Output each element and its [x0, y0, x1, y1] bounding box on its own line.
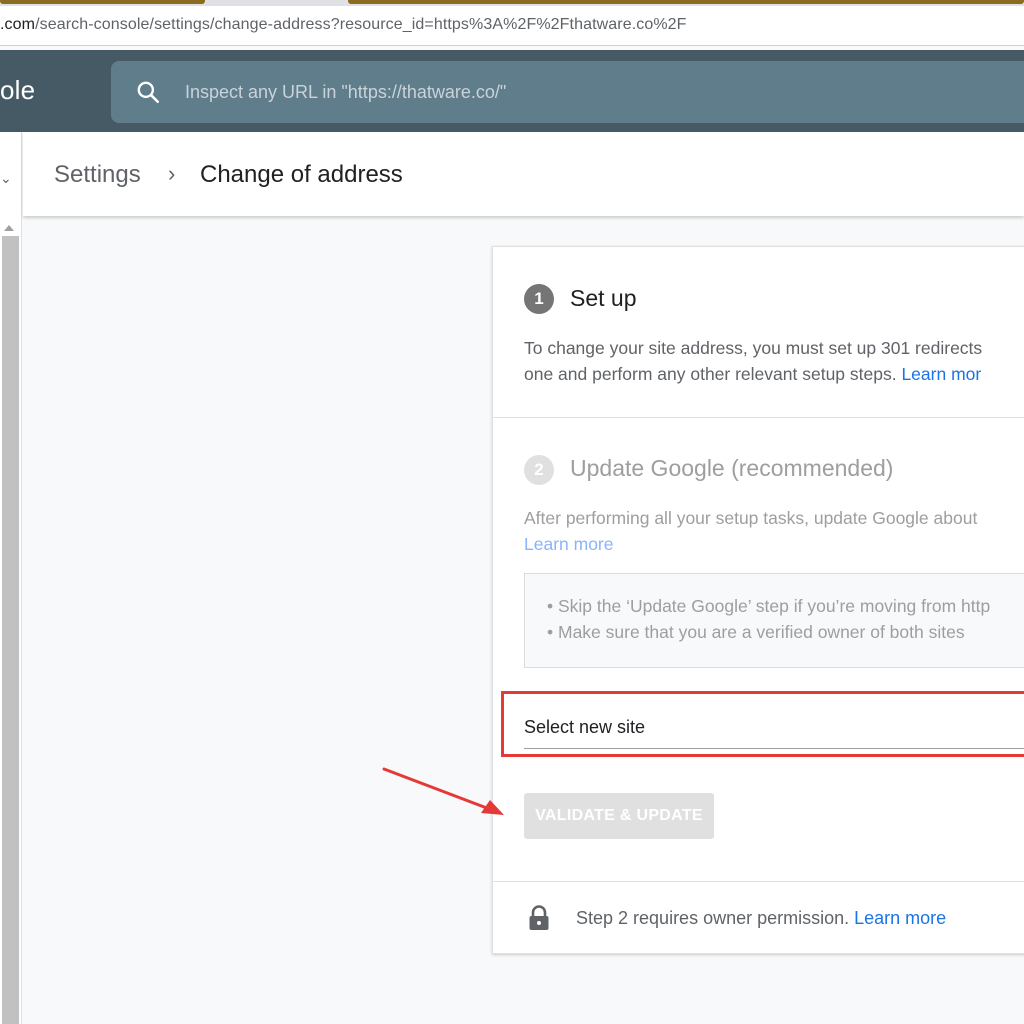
url-inspect-search[interactable]: [111, 61, 1024, 123]
app-logo[interactable]: ole: [0, 75, 35, 106]
url-text[interactable]: .com/search-console/settings/change-addr…: [0, 16, 687, 34]
step-2-badge: 2: [524, 455, 554, 485]
step-2-title: Update Google (recommended): [570, 455, 894, 481]
browser-tab[interactable]: [348, 0, 1024, 4]
step-1-description: To change your site address, you must se…: [524, 335, 1024, 387]
tip-item: • Skip the ‘Update Google’ step if you’r…: [547, 596, 991, 616]
step-2-desc-line: After performing all your setup tasks, u…: [524, 508, 978, 528]
step-1-title: Set up: [570, 285, 637, 311]
step-1-desc-line: one and perform any other relevant setup…: [524, 361, 1024, 387]
step-2-learn-more-link[interactable]: Learn more: [524, 531, 1024, 557]
left-nav-rail: ⌄: [0, 132, 22, 1024]
footer-learn-more-link[interactable]: Learn more: [854, 908, 946, 928]
footer-permission-note: Step 2 requires owner permission. Learn …: [576, 908, 946, 929]
scroll-up-arrow-icon[interactable]: [4, 225, 14, 231]
breadcrumb: Settings › Change of address: [23, 132, 1024, 216]
breadcrumb-settings-link[interactable]: Settings: [54, 161, 141, 189]
footer-text: Step 2 requires owner permission.: [576, 908, 855, 928]
url-host: .com: [0, 16, 36, 33]
step-1-badge: 1: [524, 284, 554, 314]
chevron-right-icon: ›: [168, 161, 176, 186]
section-divider: [493, 881, 1024, 882]
search-icon[interactable]: [135, 79, 161, 105]
step-1-desc-text: one and perform any other relevant setup…: [524, 364, 902, 384]
lock-icon: [529, 905, 549, 930]
search-input[interactable]: [185, 61, 1005, 123]
app-header: ole: [0, 50, 1024, 132]
browser-tab[interactable]: [0, 0, 205, 4]
validate-update-button[interactable]: VALIDATE & UPDATE: [524, 793, 714, 839]
scrollbar-thumb[interactable]: [2, 236, 19, 1024]
step-1-desc-line: To change your site address, you must se…: [524, 338, 983, 358]
section-divider: [493, 417, 1024, 418]
annotation-arrow-icon: [382, 767, 504, 815]
page-title: Change of address: [200, 161, 403, 188]
tips-box: • Skip the ‘Update Google’ step if you’r…: [524, 573, 1024, 668]
chevron-down-icon[interactable]: ⌄: [0, 170, 12, 187]
tip-item: • Make sure that you are a verified owne…: [547, 622, 965, 642]
change-of-address-card: 1 Set up To change your site address, yo…: [492, 246, 1024, 954]
select-new-site-dropdown[interactable]: Select new site: [524, 705, 1024, 749]
step-2-description: After performing all your setup tasks, u…: [524, 505, 1024, 557]
step-1-learn-more-link[interactable]: Learn mor: [901, 364, 981, 384]
browser-address-bar[interactable]: .com/search-console/settings/change-addr…: [0, 6, 1024, 46]
url-path: /search-console/settings/change-address?…: [35, 16, 687, 33]
